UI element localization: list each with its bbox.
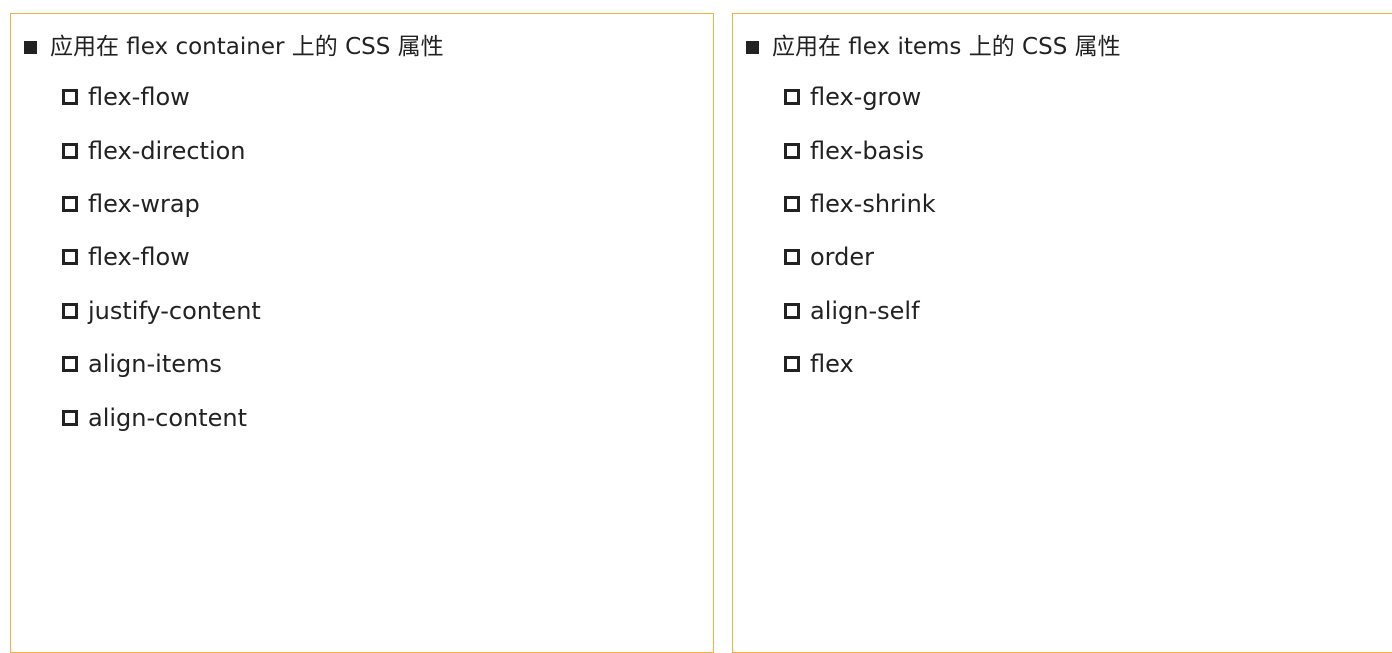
list-item-label: flex-direction	[88, 137, 246, 165]
list-item: align-self	[784, 296, 920, 326]
hollow-square-icon	[784, 356, 800, 372]
list-item: align-items	[62, 349, 222, 379]
list-item: flex-flow	[62, 82, 190, 112]
flex-items-heading-text: 应用在 flex items 上的 CSS 属性	[772, 34, 1121, 60]
hollow-square-icon	[784, 89, 800, 105]
list-item: order	[784, 242, 874, 272]
hollow-square-icon	[62, 356, 78, 372]
hollow-square-icon	[62, 196, 78, 212]
list-item: flex	[784, 349, 854, 379]
list-item-label: align-self	[810, 297, 920, 325]
list-item-label: align-items	[88, 350, 222, 378]
list-item: align-content	[62, 403, 247, 433]
list-item: flex-basis	[784, 136, 924, 166]
list-item-label: flex-shrink	[810, 190, 936, 218]
flex-items-panel: 应用在 flex items 上的 CSS 属性 flex-grow flex-…	[732, 13, 1392, 653]
flex-container-heading: 应用在 flex container 上的 CSS 属性	[24, 32, 444, 62]
list-item-label: flex-wrap	[88, 190, 200, 218]
hollow-square-icon	[62, 303, 78, 319]
list-item-label: flex-flow	[88, 243, 190, 271]
list-item-label: flex-flow	[88, 83, 190, 111]
hollow-square-icon	[62, 410, 78, 426]
list-item: flex-wrap	[62, 189, 200, 219]
list-item: flex-grow	[784, 82, 921, 112]
filled-square-icon	[24, 40, 37, 54]
filled-square-icon	[746, 40, 759, 54]
hollow-square-icon	[784, 249, 800, 265]
hollow-square-icon	[62, 89, 78, 105]
flex-container-heading-text: 应用在 flex container 上的 CSS 属性	[50, 34, 444, 60]
list-item-label: flex-basis	[810, 137, 924, 165]
list-item: justify-content	[62, 296, 261, 326]
list-item-label: flex-grow	[810, 83, 922, 111]
hollow-square-icon	[62, 249, 78, 265]
list-item-label: flex	[810, 350, 854, 378]
flex-container-panel: 应用在 flex container 上的 CSS 属性 flex-flow f…	[10, 13, 714, 653]
list-item: flex-direction	[62, 136, 246, 166]
list-item: flex-flow	[62, 242, 190, 272]
hollow-square-icon	[784, 303, 800, 319]
list-item-label: justify-content	[88, 297, 261, 325]
hollow-square-icon	[784, 196, 800, 212]
hollow-square-icon	[784, 143, 800, 159]
list-item-label: align-content	[88, 404, 248, 432]
list-item-label: order	[810, 243, 874, 271]
flex-items-heading: 应用在 flex items 上的 CSS 属性	[746, 32, 1121, 62]
list-item: flex-shrink	[784, 189, 936, 219]
hollow-square-icon	[62, 143, 78, 159]
